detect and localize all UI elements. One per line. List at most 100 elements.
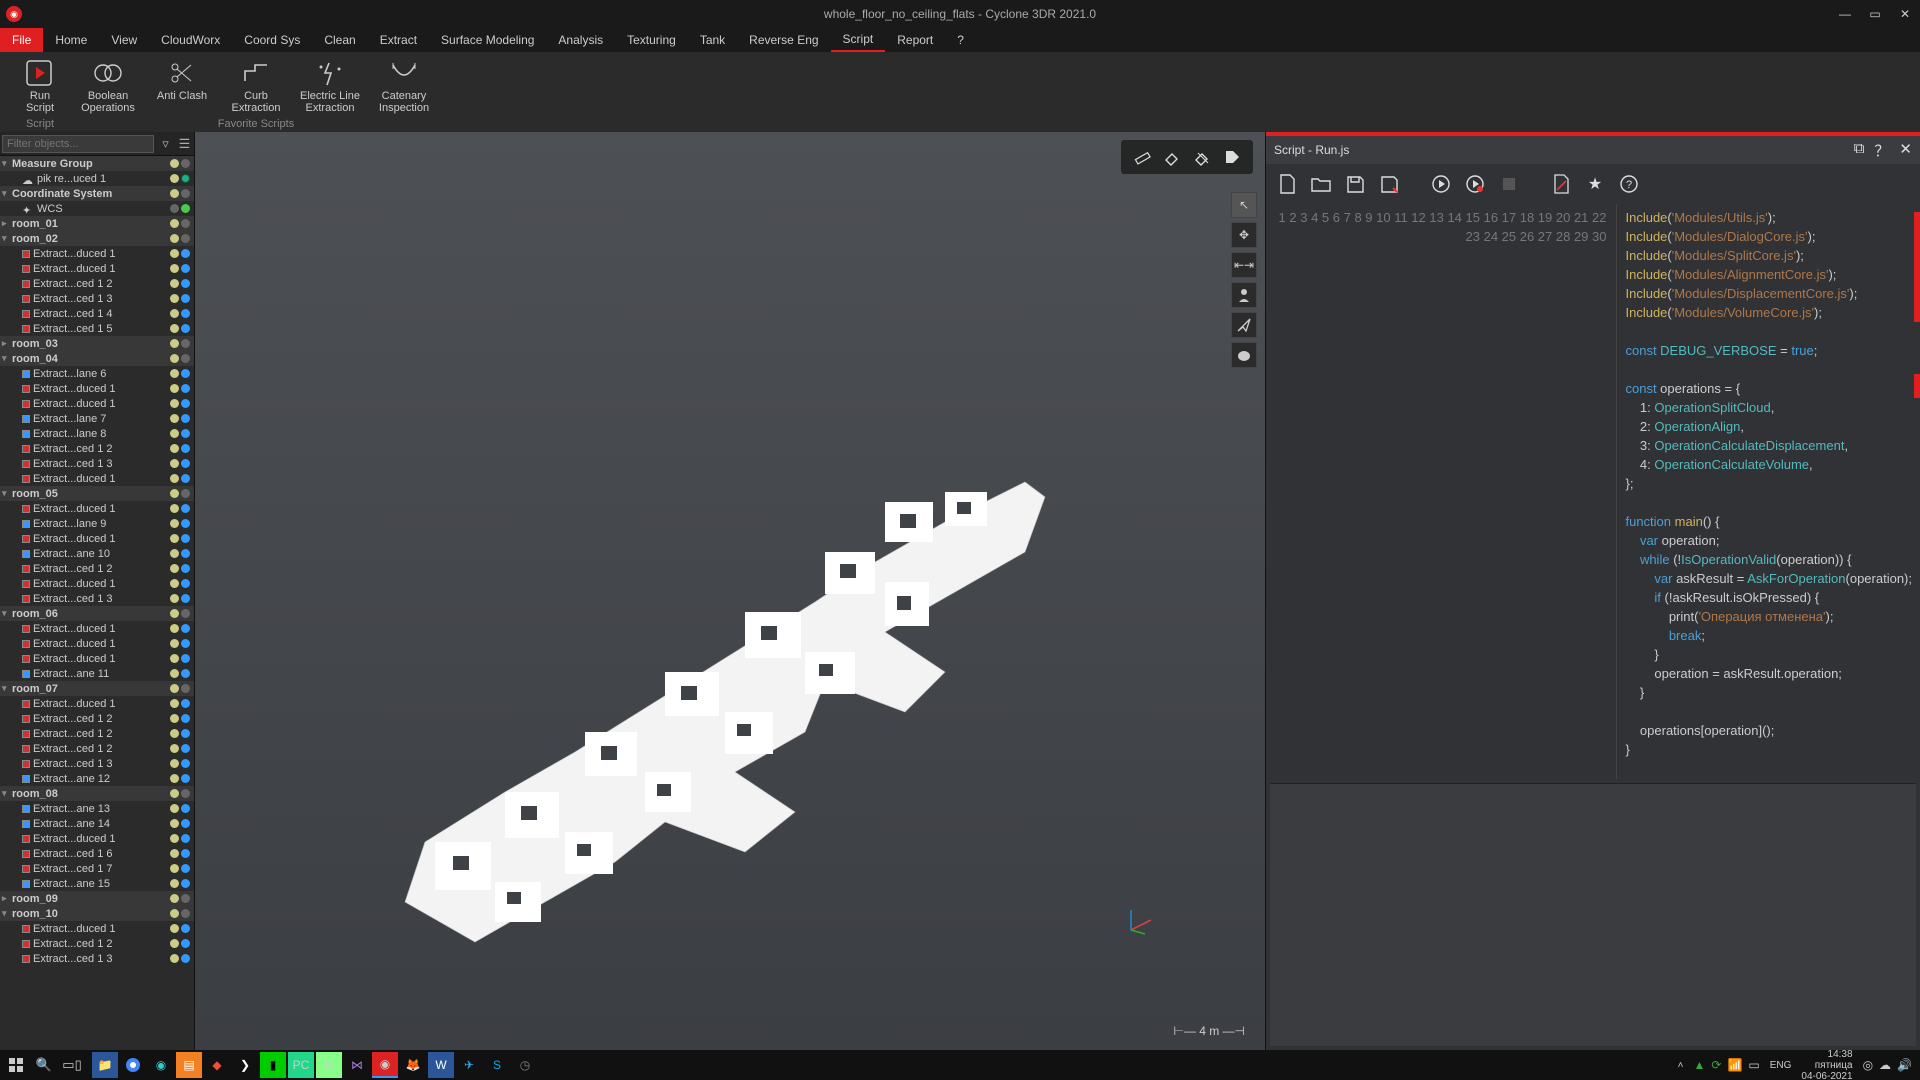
tree-item[interactable]: ☁pik re...uced 1 — [0, 171, 194, 186]
filter-objects-input[interactable] — [2, 135, 154, 153]
tree-item[interactable]: Extract...duced 1 — [0, 261, 194, 276]
tree-item[interactable]: Extract...ced 1 2 — [0, 741, 194, 756]
tree-item[interactable]: Extract...duced 1 — [0, 651, 194, 666]
object-tree[interactable]: ▾Measure Group☁pik re...uced 1▾Coordinat… — [0, 156, 194, 1050]
app-notepad[interactable]: N — [316, 1052, 342, 1078]
tag-icon[interactable] — [1221, 146, 1243, 168]
app-term[interactable]: ▮ — [260, 1052, 286, 1078]
ribbon-boolean-operations[interactable]: BooleanOperations — [76, 56, 140, 114]
tray-wifi-icon[interactable]: 📶 — [1727, 1058, 1742, 1072]
tree-item[interactable]: ✦WCS — [0, 201, 194, 216]
tray-volume-icon[interactable]: 🔊 — [1897, 1058, 1912, 1072]
script-output[interactable] — [1270, 783, 1916, 1046]
tree-item[interactable]: Extract...ced 1 2 — [0, 726, 194, 741]
language-indicator[interactable]: ENG — [1770, 1060, 1792, 1071]
app-git[interactable]: ◆ — [204, 1052, 230, 1078]
tray-location-icon[interactable]: ◎ — [1863, 1058, 1873, 1072]
task-view-icon[interactable]: ▭▯ — [62, 1055, 82, 1075]
tree-item[interactable]: Extract...duced 1 — [0, 381, 194, 396]
new-file-icon[interactable] — [1276, 173, 1298, 195]
app-edge[interactable]: ◉ — [148, 1052, 174, 1078]
tree-item[interactable]: Extract...duced 1 — [0, 831, 194, 846]
tree-item[interactable]: Extract...duced 1 — [0, 531, 194, 546]
tree-item[interactable]: Extract...ced 1 2 — [0, 276, 194, 291]
palette-icon[interactable] — [1231, 342, 1257, 368]
app-pycharm[interactable]: PC — [288, 1052, 314, 1078]
tree-item[interactable]: Extract...duced 1 — [0, 576, 194, 591]
maximize-button[interactable]: ▭ — [1860, 0, 1890, 28]
tree-group[interactable]: ▸room_09 — [0, 891, 194, 906]
tree-item[interactable]: Extract...ced 1 3 — [0, 951, 194, 966]
tree-group[interactable]: ▾room_04 — [0, 351, 194, 366]
ribbon-anti-clash[interactable]: Anti Clash — [150, 56, 214, 114]
tray-cloud-icon[interactable]: ☁ — [1879, 1058, 1891, 1072]
save-icon[interactable] — [1344, 173, 1366, 195]
app-telegram[interactable]: ✈ — [456, 1052, 482, 1078]
menu-view[interactable]: View — [99, 28, 149, 52]
tree-item[interactable]: Extract...ane 12 — [0, 771, 194, 786]
tree-item[interactable]: Extract...duced 1 — [0, 696, 194, 711]
stop-icon[interactable] — [1498, 173, 1520, 195]
send-icon[interactable] — [1231, 312, 1257, 338]
tree-item[interactable]: Extract...duced 1 — [0, 396, 194, 411]
tray-battery-icon[interactable]: ▭ — [1748, 1058, 1759, 1072]
tree-item[interactable]: Extract...duced 1 — [0, 636, 194, 651]
debug-icon[interactable] — [1464, 173, 1486, 195]
tree-item[interactable]: Extract...duced 1 — [0, 921, 194, 936]
ribbon-catenary-inspection[interactable]: CatenaryInspection — [372, 56, 436, 114]
tray-sync-icon[interactable]: ⟳ — [1711, 1058, 1721, 1072]
tree-item[interactable]: Extract...ced 1 3 — [0, 456, 194, 471]
tree-item[interactable]: Extract...ane 14 — [0, 816, 194, 831]
ribbon-electric-line-extraction[interactable]: Electric LineExtraction — [298, 56, 362, 114]
tree-item[interactable]: Extract...ced 1 3 — [0, 591, 194, 606]
tree-item[interactable]: Extract...ane 13 — [0, 801, 194, 816]
app-chrome[interactable] — [120, 1052, 146, 1078]
tree-item[interactable]: Extract...ane 15 — [0, 876, 194, 891]
tree-item[interactable]: Extract...ced 1 3 — [0, 756, 194, 771]
menu-extract[interactable]: Extract — [368, 28, 429, 52]
tree-item[interactable]: Extract...ced 1 6 — [0, 846, 194, 861]
menu-report[interactable]: Report — [885, 28, 945, 52]
person-view-icon[interactable] — [1231, 282, 1257, 308]
tree-item[interactable]: Extract...ced 1 2 — [0, 441, 194, 456]
measure-icon[interactable] — [1131, 146, 1153, 168]
tree-group[interactable]: ▸room_01 — [0, 216, 194, 231]
tree-item[interactable]: Extract...ced 1 2 — [0, 561, 194, 576]
menu-reverse-eng[interactable]: Reverse Eng — [737, 28, 830, 52]
tray-shield-icon[interactable]: ▲ — [1693, 1058, 1705, 1072]
tree-item[interactable]: Extract...duced 1 — [0, 471, 194, 486]
app-explorer[interactable]: 📁 — [92, 1052, 118, 1078]
tree-item[interactable]: Extract...lane 8 — [0, 426, 194, 441]
tree-group[interactable]: ▾Measure Group — [0, 156, 194, 171]
tree-item[interactable]: Extract...duced 1 — [0, 621, 194, 636]
save-as-icon[interactable] — [1378, 173, 1400, 195]
tree-item[interactable]: Extract...duced 1 — [0, 501, 194, 516]
viewport-3d[interactable]: ↖ ✥ ⇤⇥ — [195, 132, 1265, 1050]
open-file-icon[interactable] — [1310, 173, 1332, 195]
pan-tool-icon[interactable]: ✥ — [1231, 222, 1257, 248]
tray-chevron-icon[interactable]: ˄ — [1678, 1060, 1684, 1071]
menu-coord-sys[interactable]: Coord Sys — [232, 28, 312, 52]
app-skype[interactable]: S — [484, 1052, 510, 1078]
tree-item[interactable]: Extract...lane 6 — [0, 366, 194, 381]
tree-item[interactable]: Extract...duced 1 — [0, 246, 194, 261]
tree-group[interactable]: ▾room_10 — [0, 906, 194, 921]
tree-item[interactable]: Extract...ced 1 3 — [0, 291, 194, 306]
tree-item[interactable]: Extract...ced 1 2 — [0, 936, 194, 951]
app-clock[interactable]: ◷ — [512, 1052, 538, 1078]
menu-?[interactable]: ? — [945, 28, 976, 52]
filter-icon[interactable]: ▿ — [156, 136, 175, 152]
close-button[interactable]: ✕ — [1890, 0, 1920, 28]
ribbon-run-script[interactable]: RunScript — [8, 56, 72, 114]
tree-group[interactable]: ▾room_07 — [0, 681, 194, 696]
tree-group[interactable]: ▾room_05 — [0, 486, 194, 501]
menu-surface-modeling[interactable]: Surface Modeling — [429, 28, 546, 52]
tree-item[interactable]: Extract...ced 1 2 — [0, 711, 194, 726]
menu-analysis[interactable]: Analysis — [546, 28, 615, 52]
menu-cloudworx[interactable]: CloudWorx — [149, 28, 232, 52]
menu-script[interactable]: Script — [831, 28, 886, 52]
menu-clean[interactable]: Clean — [312, 28, 367, 52]
tree-group[interactable]: ▾room_08 — [0, 786, 194, 801]
tree-item[interactable]: Extract...lane 7 — [0, 411, 194, 426]
start-menu-icon[interactable] — [6, 1055, 26, 1075]
